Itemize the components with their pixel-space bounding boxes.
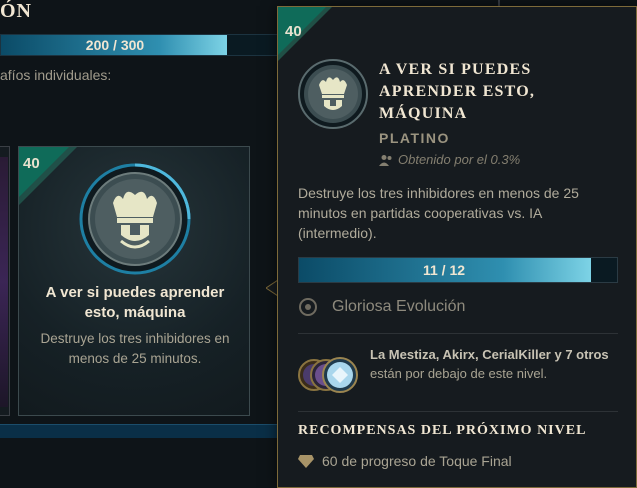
tooltip-description: Destruye los tres inhibidores en menos d…: [298, 185, 579, 241]
tooltip-title: A VER SI PUEDES APRENDER ESTO, MÁQUINA: [379, 61, 536, 122]
challenge-card[interactable]: 40 A ver si puedes aprender esto, máquin…: [18, 146, 250, 416]
divider: [298, 411, 618, 412]
divider: [298, 333, 618, 334]
path-row: Gloriosa Evolución: [298, 297, 465, 317]
reward-row: 60 de progreso de Toque Final: [298, 453, 512, 469]
friend-avatar-icon: [298, 357, 358, 393]
crest-emblem-icon: [298, 59, 368, 129]
challenge-tooltip: 40 A VER SI PUEDES APRENDER ESTO, MÁQUIN…: [277, 6, 637, 488]
reward-text: 60 de progreso de Toque Final: [322, 453, 512, 469]
friends-names: La Mestiza, Akirx, CerialKiller y 7 otro…: [370, 347, 609, 362]
section-title: ÓN: [0, 0, 32, 22]
individual-challenges-label: afíos individuales:: [0, 67, 112, 83]
crest-emblem-icon: [79, 163, 191, 275]
card-title: A ver si puedes aprender esto, máquina: [45, 284, 225, 321]
reward-gem-icon: [298, 455, 314, 468]
path-target-icon: [299, 298, 317, 316]
friends-suffix: están por debajo de este nivel.: [370, 366, 548, 381]
card-level: 40: [23, 155, 40, 172]
category-progress-label: 200 / 300: [85, 37, 145, 53]
ownership-text: Obtenido por el 0.3%: [398, 152, 521, 167]
category-progress-bar: 200 / 300: [0, 34, 290, 56]
tier-progress-bar: 11 / 12: [298, 257, 618, 283]
footer-bar: [0, 424, 280, 438]
user-icon: [379, 154, 392, 166]
tier-label: PLATINO: [379, 130, 450, 146]
path-name: Gloriosa Evolución: [332, 298, 466, 315]
ownership-stat: Obtenido por el 0.3%: [379, 152, 520, 167]
friends-text: La Mestiza, Akirx, CerialKiller y 7 otro…: [370, 345, 620, 383]
card-description: Destruye los tres inhibidores en menos d…: [40, 331, 230, 366]
tier-progress-label: 11 / 12: [422, 262, 466, 278]
previous-challenge-card[interactable]: [0, 146, 10, 416]
tooltip-level: 40: [285, 23, 302, 40]
rewards-title: RECOMPENSAS DEL PRÓXIMO NIVEL: [298, 423, 587, 438]
